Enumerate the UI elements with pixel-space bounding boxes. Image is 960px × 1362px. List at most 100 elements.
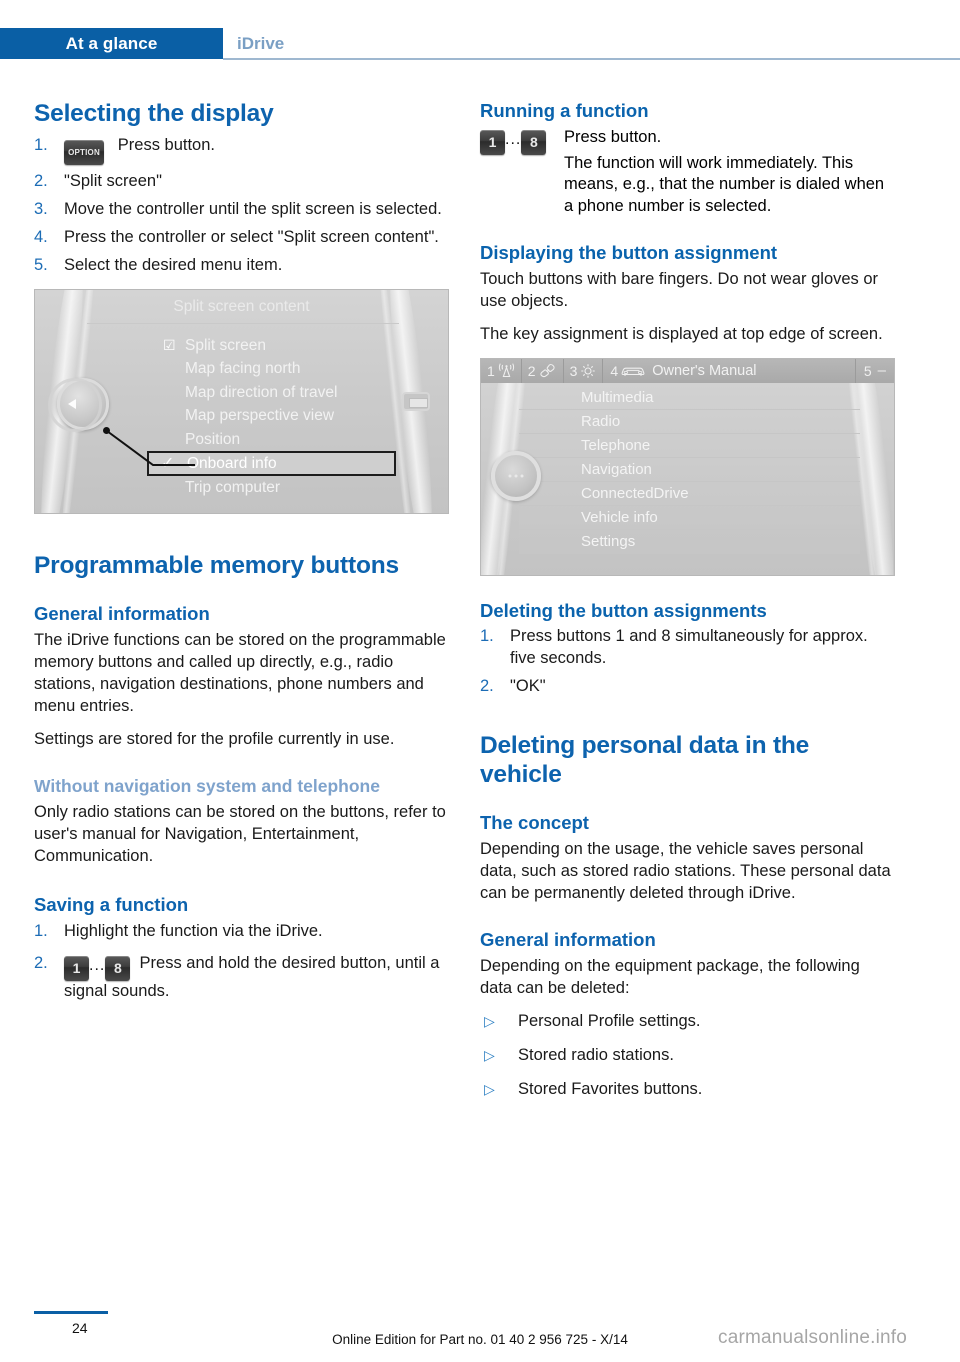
- menu-item-label: Multimedia: [581, 388, 654, 406]
- triangle-bullet-icon: ▷: [484, 1046, 495, 1063]
- idrive-screen-split-screen-content: Split screen content ☑ Split screen Map …: [34, 288, 449, 514]
- heading-running-a-function: Running a function: [480, 100, 649, 121]
- heading-displaying-button-assignment: Displaying the button assignment: [480, 242, 778, 264]
- list-item: 5. Select the desired menu item.: [34, 255, 449, 277]
- heading-programmable-memory-buttons: Programmable memory buttons: [34, 551, 399, 579]
- step-number: 3.: [34, 199, 48, 218]
- step-number: 2.: [34, 171, 48, 190]
- assignment-slot-5[interactable]: 5 –: [856, 359, 894, 383]
- steps-deleting-assignments: 1. Press buttons 1 and 8 simultaneously …: [480, 626, 895, 698]
- slot-number: 1: [487, 362, 495, 379]
- list-item: ▷ Stored radio stations.: [480, 1045, 895, 1067]
- menu-item-label: Navigation: [581, 460, 652, 478]
- list-item: 3. Move the controller until the split s…: [34, 199, 449, 221]
- list-item[interactable]: Map facing north: [35, 357, 448, 381]
- screen-menu-list: Multimedia Radio Telephone Navigation Co…: [519, 386, 860, 554]
- list-item[interactable]: Trip computer: [35, 476, 448, 500]
- step-number: 2.: [480, 677, 494, 696]
- slot-number: 3: [569, 362, 578, 379]
- paragraph-displaying-1: Touch buttons with bare fingers. Do not …: [480, 269, 879, 310]
- idrive-controller-knob[interactable]: [491, 450, 541, 501]
- step-number: 4.: [34, 227, 48, 246]
- list-item: 2. 1... 8 Press and hold the desired butt…: [34, 953, 449, 1003]
- triangle-bullet-icon: ▷: [484, 1012, 495, 1029]
- paragraph-displaying-2: The key assignment is displayed at top e…: [480, 324, 883, 343]
- menu-item-label: Radio: [581, 412, 621, 430]
- list-item: 1. Highlight the function via the iDrive…: [34, 921, 449, 943]
- step-number: 1.: [480, 627, 494, 646]
- phone-icon: [539, 364, 555, 378]
- watermark: carmanualsonline.info: [718, 1327, 908, 1348]
- list-item[interactable]: Navigation: [519, 458, 860, 482]
- running-detail-line1: The function will work immediately. This…: [564, 153, 885, 216]
- callout-dot: [103, 426, 110, 434]
- page-header: At a glance iDrive: [0, 28, 960, 60]
- menu-item-label: Map direction of travel: [185, 383, 338, 401]
- header-rule: [223, 58, 960, 60]
- menu-item-label: Onboard info: [187, 455, 277, 473]
- step-text: "OK": [510, 677, 546, 696]
- step-number: 5.: [34, 255, 48, 274]
- heading-general-information-2: General information: [480, 928, 656, 950]
- idrive-screen-button-assignment: 1 2 3 4 Owner's Manual 5 – Multimedia Ra…: [480, 357, 895, 576]
- step-text: Highlight the function via the iDrive.: [64, 921, 323, 940]
- menu-item-label: Map perspective view: [185, 407, 335, 425]
- menu-item-label: ConnectedDrive: [581, 484, 689, 502]
- list-item[interactable]: ☑ Split screen: [35, 334, 448, 358]
- bullet-text: Stored Favorites buttons.: [518, 1079, 703, 1098]
- heading-saving-a-function: Saving a function: [34, 893, 189, 915]
- list-item[interactable]: Telephone: [519, 434, 860, 458]
- memory-button-8-icon: 8: [105, 955, 131, 981]
- slot-number: 5: [863, 362, 872, 379]
- step-text: Move the controller until the split scre…: [64, 199, 442, 218]
- right-column: Running a function 1... 8 Press button. T…: [480, 100, 895, 1113]
- list-item: 2. "Split screen": [34, 171, 449, 193]
- list-item[interactable]: Vehicle info: [519, 506, 860, 530]
- header-section-label: iDrive: [237, 33, 285, 53]
- list-item[interactable]: Multimedia: [519, 386, 860, 410]
- assignment-slot-2[interactable]: 2: [522, 358, 564, 383]
- paragraph-concept: Depending on the usage, the vehicle save…: [480, 840, 891, 902]
- list-deletable-data: ▷ Personal Profile settings. ▷ Stored ra…: [480, 1011, 895, 1101]
- list-item-selected[interactable]: ✓ Onboard info: [147, 451, 396, 477]
- knob-indicator: [508, 474, 524, 478]
- dash-icon: –: [877, 362, 886, 380]
- list-item[interactable]: Radio: [519, 410, 860, 434]
- assignment-slot-4[interactable]: 4 Owner's Manual: [603, 358, 856, 383]
- step-text: Select the desired menu item.: [64, 255, 283, 274]
- ellipsis: ...: [505, 130, 522, 148]
- heading-the-concept: The concept: [480, 811, 589, 833]
- bullet-text: Personal Profile settings.: [518, 1011, 701, 1030]
- menu-item-label: Telephone: [581, 436, 651, 454]
- list-item: 1. OPTION Press button.: [34, 135, 449, 165]
- header-chapter-tab: At a glance: [0, 28, 223, 59]
- triangle-bullet-icon: ▷: [484, 1080, 495, 1097]
- idrive-controller-knob[interactable]: [48, 377, 109, 432]
- paragraph-general-info-1: The iDrive functions can be stored on th…: [34, 630, 446, 715]
- list-item[interactable]: ConnectedDrive: [519, 482, 860, 506]
- heading-without-navigation-system: Without navigation system and telephone: [34, 776, 380, 797]
- list-item[interactable]: Settings: [519, 530, 860, 554]
- steps-selecting-the-display: 1. OPTION Press button. 2. "Split screen…: [34, 135, 449, 277]
- menu-item-label: Trip computer: [185, 479, 281, 497]
- checkmark-icon: ✓: [161, 455, 175, 473]
- memory-button-8-icon: 8: [521, 129, 547, 155]
- left-column: Selecting the display 1. OPTION Press bu…: [34, 100, 449, 1009]
- list-item[interactable]: Position: [35, 428, 448, 452]
- step-number: 1.: [34, 921, 48, 940]
- list-item: 1. Press buttons 1 and 8 simultaneously …: [480, 626, 895, 670]
- assignment-slot-1[interactable]: 1: [481, 358, 522, 383]
- assignment-slot-3[interactable]: 3: [564, 358, 604, 383]
- menu-item-label: Settings: [581, 532, 636, 550]
- memory-button-range-icon: 1... 8: [64, 953, 131, 981]
- heading-deleting-button-assignments: Deleting the button assignments: [480, 599, 767, 621]
- arrow-left-icon: [68, 398, 76, 409]
- knob-dot: [508, 474, 512, 478]
- screen-side-button-icon: [402, 391, 430, 411]
- screen-title: Split screen content: [173, 297, 310, 315]
- screen-title-rule: [87, 322, 399, 324]
- list-item: 2. "OK": [480, 676, 895, 698]
- knob-dot: [520, 474, 524, 478]
- running-function-block: 1... 8 Press button. The function will wo…: [480, 127, 895, 219]
- slot-number: 2: [527, 362, 536, 379]
